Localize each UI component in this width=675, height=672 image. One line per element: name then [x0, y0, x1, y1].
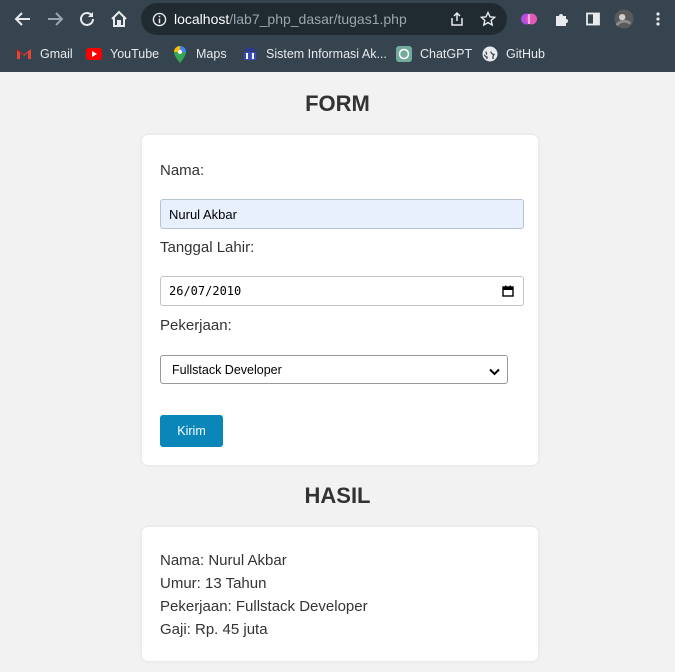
brain-extension-icon[interactable] — [519, 9, 539, 29]
maps-icon — [172, 45, 188, 63]
profile-avatar[interactable] — [614, 9, 634, 29]
youtube-icon — [86, 46, 102, 62]
browser-toolbar: localhost/lab7_php_dasar/tugas1.php — [0, 0, 675, 38]
hasil-card: Nama: Nurul Akbar Umur: 13 Tahun Pekerja… — [142, 527, 538, 661]
bookmark-label: Sistem Informasi Ak... — [266, 47, 387, 61]
url-text: localhost/lab7_php_dasar/tugas1.php — [174, 11, 407, 27]
url-host: localhost — [174, 11, 230, 27]
puzzle-extension-icon[interactable] — [551, 9, 571, 29]
address-bar[interactable]: localhost/lab7_php_dasar/tugas1.php — [141, 3, 507, 35]
bookmark-gmail[interactable]: Gmail — [16, 45, 73, 63]
chevron-down-icon — [489, 365, 500, 379]
pekerjaan-select[interactable]: Fullstack Developer — [160, 355, 508, 384]
bookmark-maps[interactable]: Maps — [172, 45, 227, 63]
hasil-pekerjaan: Pekerjaan: Fullstack Developer — [160, 598, 368, 615]
bookmarks-bar: Gmail YouTube Maps Sistem Informasi Ak..… — [0, 38, 675, 72]
side-panel-icon[interactable] — [583, 9, 603, 29]
bookmark-chatgpt[interactable]: ChatGPT — [396, 45, 472, 63]
forward-button[interactable] — [43, 7, 67, 31]
nama-input-value: Nurul Akbar — [169, 206, 237, 222]
kirim-button[interactable]: Kirim — [160, 415, 223, 447]
nama-input[interactable]: Nurul Akbar — [160, 199, 524, 229]
back-button[interactable] — [11, 7, 35, 31]
page-content: FORM Nama: Nurul Akbar Tanggal Lahir: 26… — [0, 72, 675, 672]
hasil-nama: Nama: Nurul Akbar — [160, 552, 287, 569]
form-title: FORM — [305, 91, 370, 116]
github-icon — [482, 46, 498, 62]
bookmark-label: Gmail — [40, 47, 73, 61]
url-path: /lab7_php_dasar/tugas1.php — [229, 11, 407, 27]
bookmark-label: ChatGPT — [420, 47, 473, 61]
tanggal-lahir-label: Tanggal Lahir: — [160, 239, 255, 256]
bookmark-label: Maps — [196, 47, 227, 61]
bookmark-youtube[interactable]: YouTube — [86, 45, 159, 63]
form-card: Nama: Nurul Akbar Tanggal Lahir: 26/07/2… — [142, 135, 538, 465]
chatgpt-icon — [396, 46, 412, 62]
nama-label: Nama: — [160, 162, 205, 179]
arrow-left-icon — [14, 12, 30, 26]
pekerjaan-selected-value: Fullstack Developer — [172, 362, 282, 377]
hasil-umur: Umur: 13 Tahun — [160, 575, 267, 592]
arrow-right-icon — [48, 12, 64, 26]
tanggal-lahir-input[interactable]: 26/07/2010 — [160, 276, 524, 306]
info-icon[interactable] — [151, 11, 167, 27]
bookmark-sistem-informasi[interactable]: Sistem Informasi Ak... — [242, 45, 387, 63]
pekerjaan-label: Pekerjaan: — [160, 317, 232, 334]
tanggal-lahir-value: 26/07/2010 — [169, 284, 242, 298]
university-icon — [242, 46, 258, 62]
star-icon[interactable] — [480, 11, 496, 27]
bookmark-label: GitHub — [506, 47, 545, 61]
gmail-icon — [16, 46, 32, 62]
home-icon — [111, 10, 127, 27]
reload-icon — [80, 11, 94, 26]
share-icon[interactable] — [449, 11, 465, 27]
browser-chrome: localhost/lab7_php_dasar/tugas1.php Gmai… — [0, 0, 675, 72]
hasil-title: HASIL — [304, 483, 371, 508]
hasil-gaji: Gaji: Rp. 45 juta — [160, 621, 268, 638]
bookmark-github[interactable]: GitHub — [482, 45, 545, 63]
home-button[interactable] — [107, 7, 131, 31]
calendar-icon[interactable] — [502, 285, 514, 300]
bookmark-label: YouTube — [110, 47, 160, 61]
reload-button[interactable] — [75, 7, 99, 31]
kebab-menu-icon[interactable] — [648, 9, 668, 29]
